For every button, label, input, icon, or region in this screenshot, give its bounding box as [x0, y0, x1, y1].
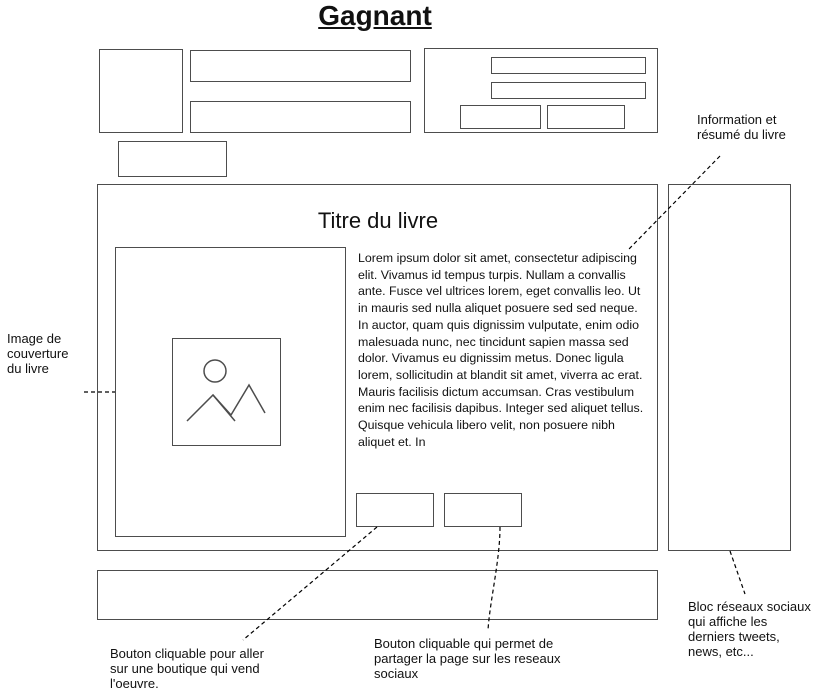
- note-summary: Information et résumé du livre: [697, 112, 786, 142]
- leader-share: [487, 526, 501, 631]
- annotation-leaders: [84, 155, 746, 641]
- leader-shop: [242, 526, 378, 641]
- leader-social: [729, 550, 746, 595]
- note-share: Bouton cliquable qui permet de partager …: [374, 636, 561, 681]
- note-social: Bloc réseaux sociaux qui affiche les der…: [688, 599, 811, 659]
- note-cover: Image de couverture du livre: [7, 331, 69, 376]
- leader-summary: [627, 155, 721, 251]
- note-shop: Bouton cliquable pour aller sur une bout…: [110, 646, 264, 691]
